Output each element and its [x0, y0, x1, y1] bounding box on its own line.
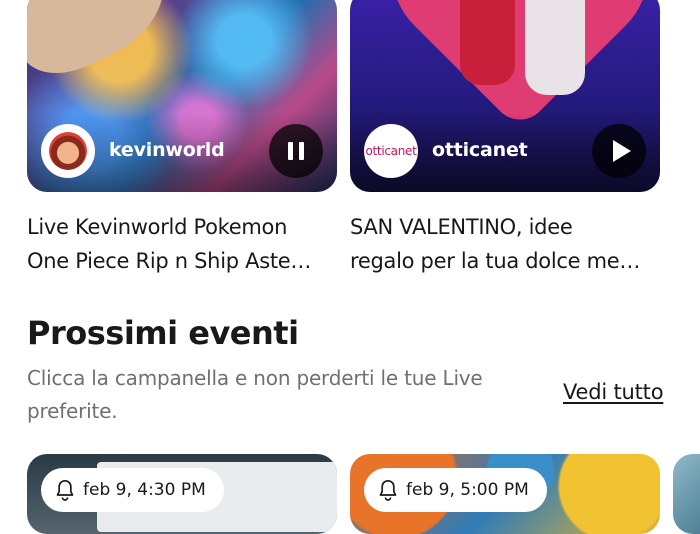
- event-card[interactable]: feb 9, 4:30 PM: [27, 454, 337, 534]
- event-reminder-button[interactable]: feb 9, 5:00 PM: [364, 468, 547, 512]
- live-card-title[interactable]: Live Kevinworld Pokemon One Piece Rip n …: [27, 210, 339, 278]
- event-card[interactable]: [673, 454, 700, 534]
- bell-icon: [56, 480, 74, 501]
- play-icon: [612, 140, 631, 162]
- event-card[interactable]: feb 9, 5:00 PM: [350, 454, 660, 534]
- channel-avatar[interactable]: [41, 124, 95, 178]
- live-card-otticanet[interactable]: otticanet otticanet: [350, 0, 660, 192]
- channel-avatar[interactable]: otticanet: [364, 124, 418, 178]
- live-card-kevinworld[interactable]: kevinworld: [27, 0, 337, 192]
- bell-icon: [379, 480, 397, 501]
- pause-icon: [288, 142, 293, 160]
- pause-button[interactable]: [269, 124, 323, 178]
- event-time: feb 9, 4:30 PM: [83, 480, 206, 500]
- see-all-link[interactable]: Vedi tutto: [563, 380, 664, 404]
- event-time: feb 9, 5:00 PM: [406, 480, 529, 500]
- section-title: Prossimi eventi: [27, 314, 299, 352]
- event-reminder-button[interactable]: feb 9, 4:30 PM: [41, 468, 224, 512]
- play-button[interactable]: [592, 124, 646, 178]
- otticanet-logo: otticanet: [365, 144, 417, 158]
- channel-name[interactable]: kevinworld: [109, 139, 225, 161]
- section-subtitle: Clicca la campanella e non perderti le t…: [27, 366, 483, 423]
- card-image-hand: [27, 0, 183, 89]
- channel-name[interactable]: otticanet: [432, 139, 528, 161]
- live-card-title[interactable]: SAN VALENTINO, idee regalo per la tua do…: [350, 210, 662, 278]
